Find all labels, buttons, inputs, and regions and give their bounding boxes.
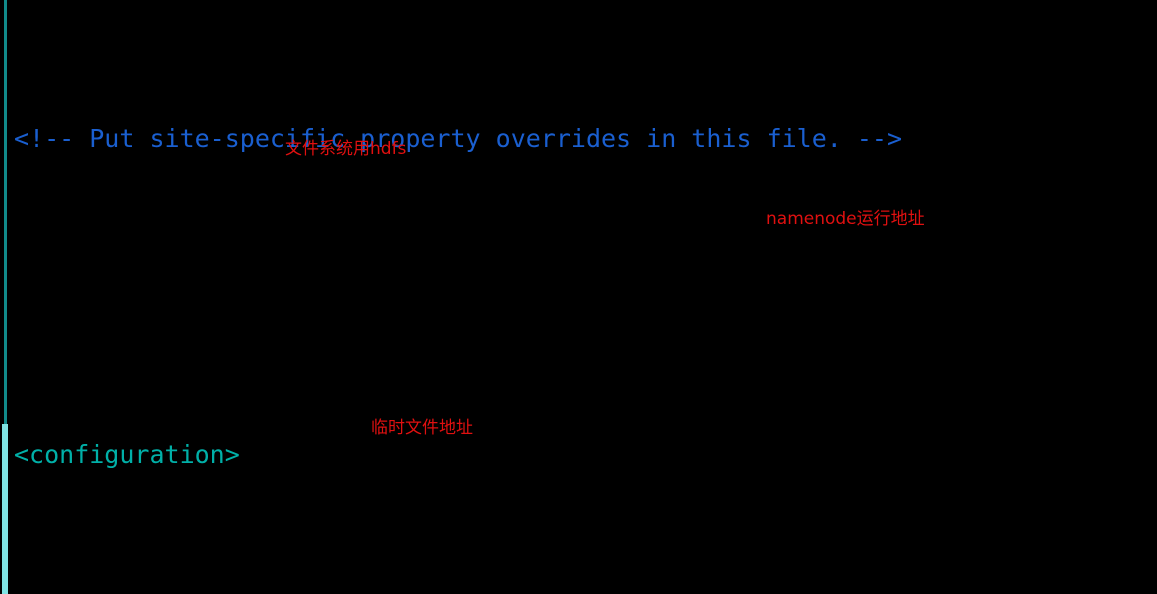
- annotation-tmpdir: 临时文件地址: [371, 418, 473, 438]
- terminal-window[interactable]: <!-- Put site-specific property override…: [0, 0, 1157, 594]
- annotation-namenode: namenode运行地址: [766, 209, 925, 229]
- annotation-filesystem: 文件系统用hdfs: [285, 139, 407, 159]
- scroll-indicator-bottom[interactable]: [2, 424, 8, 594]
- code-area[interactable]: <!-- Put site-specific property override…: [14, 0, 1157, 594]
- code-line-configuration-open: <configuration>: [14, 435, 1157, 475]
- scroll-indicator-top: [4, 0, 7, 424]
- tag-configuration-open: <configuration>: [14, 439, 240, 469]
- code-line-comment: <!-- Put site-specific property override…: [14, 119, 1157, 159]
- comment-text: <!-- Put site-specific property override…: [14, 123, 903, 153]
